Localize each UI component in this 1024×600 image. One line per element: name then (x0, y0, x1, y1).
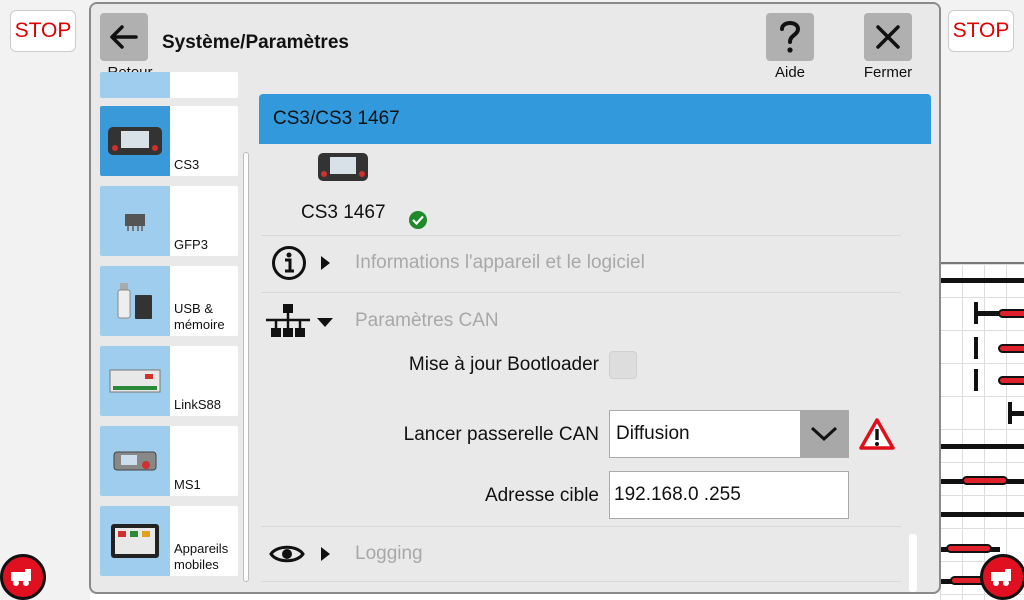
section-logging[interactable]: Logging (259, 527, 909, 581)
sidebar-item-gfp3[interactable]: GFP3 (100, 186, 238, 256)
section-device-info[interactable]: Informations l'appareil et le logiciel (259, 236, 909, 290)
bootloader-label: Mise à jour Bootloader (408, 354, 599, 375)
target-address-label: Adresse cible (484, 485, 599, 506)
gateway-label: Lancer passerelle CAN (403, 424, 599, 445)
track-occupied (946, 544, 992, 553)
sidebar-item-cs3[interactable]: CS3 (100, 106, 238, 176)
sidebar-item-ms1[interactable]: MS1 (100, 426, 238, 496)
target-address-input[interactable]: 192.168.0 .255 (609, 471, 849, 519)
mobile-devices-icon (100, 506, 170, 576)
divider (261, 581, 901, 582)
device-name: CS3 1467 (301, 202, 386, 223)
dialog-title: Système/Paramètres (162, 32, 349, 53)
expand-arrow-icon (321, 256, 330, 270)
panel-scrollbar[interactable] (909, 534, 917, 592)
chevron-down-icon[interactable] (800, 410, 848, 458)
gfp3-chip-icon (100, 186, 170, 256)
track-end (974, 369, 978, 391)
help-label: Aide (774, 64, 806, 81)
close-icon (876, 25, 900, 49)
sidebar-item-links88[interactable]: LinkS88 (100, 346, 238, 416)
close-label: Fermer (863, 64, 913, 81)
warning-icon[interactable] (858, 417, 896, 451)
track-segment (1008, 411, 1024, 416)
stop-button-right[interactable]: STOP (948, 10, 1014, 52)
track-layout-background (940, 262, 1024, 600)
track-layout-bottom-strip (90, 594, 940, 600)
section-label: Paramètres CAN (355, 310, 499, 331)
sidebar-item-mobile-devices[interactable]: Appareils mobiles (100, 506, 238, 576)
bootloader-checkbox[interactable] (609, 351, 637, 379)
arrow-left-icon (110, 25, 138, 49)
device-sidebar: CS3 GFP3 USB & mémoire LinkS88 MS1 Appar… (91, 72, 255, 592)
section-label: Informations l'appareil et le logiciel (355, 252, 645, 273)
usb-memory-icon (100, 266, 170, 336)
close-button[interactable] (864, 13, 912, 61)
loco-control-button-right[interactable] (980, 554, 1024, 600)
device-settings-panel: CS3/CS3 1467 CS3 1467 Informations l'app… (259, 94, 931, 592)
track-occupied (998, 309, 1024, 318)
info-icon (269, 244, 309, 282)
sidebar-item-label: USB & mémoire (174, 301, 225, 332)
section-label: Logging (355, 543, 423, 564)
track-segment (940, 278, 1024, 283)
track-occupied (998, 344, 1024, 353)
settings-dialog: Retour Système/Paramètres Aide Fermer (89, 2, 941, 594)
sidebar-item-label: Appareils mobiles (174, 541, 229, 572)
sidebar-item-label: MS1 (174, 477, 201, 492)
check-icon (409, 211, 427, 229)
sidebar-thumb (100, 72, 170, 98)
sidebar-item-label: CS3 (174, 157, 200, 172)
sidebar-scrollbar[interactable] (243, 152, 249, 582)
locomotive-icon (11, 569, 31, 586)
sidebar-item-label: GFP3 (174, 237, 208, 252)
sidebar-item-label: LinkS88 (174, 397, 221, 412)
locomotive-icon (991, 569, 1011, 586)
divider (261, 292, 901, 293)
sidebar-item-previous[interactable] (100, 72, 238, 98)
stop-button-left[interactable]: STOP (10, 10, 76, 52)
help-button[interactable] (766, 13, 814, 61)
cs3-device-icon (318, 153, 368, 181)
loco-control-button-left[interactable] (0, 554, 46, 600)
sidebar-item-usb-memory[interactable]: USB & mémoire (100, 266, 238, 336)
collapse-arrow-icon (317, 318, 333, 327)
cs3-device-icon (100, 106, 170, 176)
network-icon (263, 302, 313, 340)
eye-icon (267, 535, 307, 573)
track-occupied (962, 476, 1008, 485)
device-header: CS3/CS3 1467 (259, 94, 931, 144)
ms1-controller-icon (100, 426, 170, 496)
track-segment (940, 444, 1024, 449)
question-mark-icon (780, 21, 801, 53)
track-end (974, 337, 978, 359)
gateway-select-value: Diffusion (616, 423, 690, 444)
expand-arrow-icon (321, 547, 330, 561)
links88-module-icon (100, 346, 170, 416)
back-button[interactable] (100, 13, 148, 61)
gateway-select[interactable]: Diffusion (609, 410, 849, 458)
track-occupied (998, 376, 1024, 385)
section-can-settings[interactable]: Paramètres CAN (259, 294, 909, 348)
track-segment (940, 512, 1024, 517)
